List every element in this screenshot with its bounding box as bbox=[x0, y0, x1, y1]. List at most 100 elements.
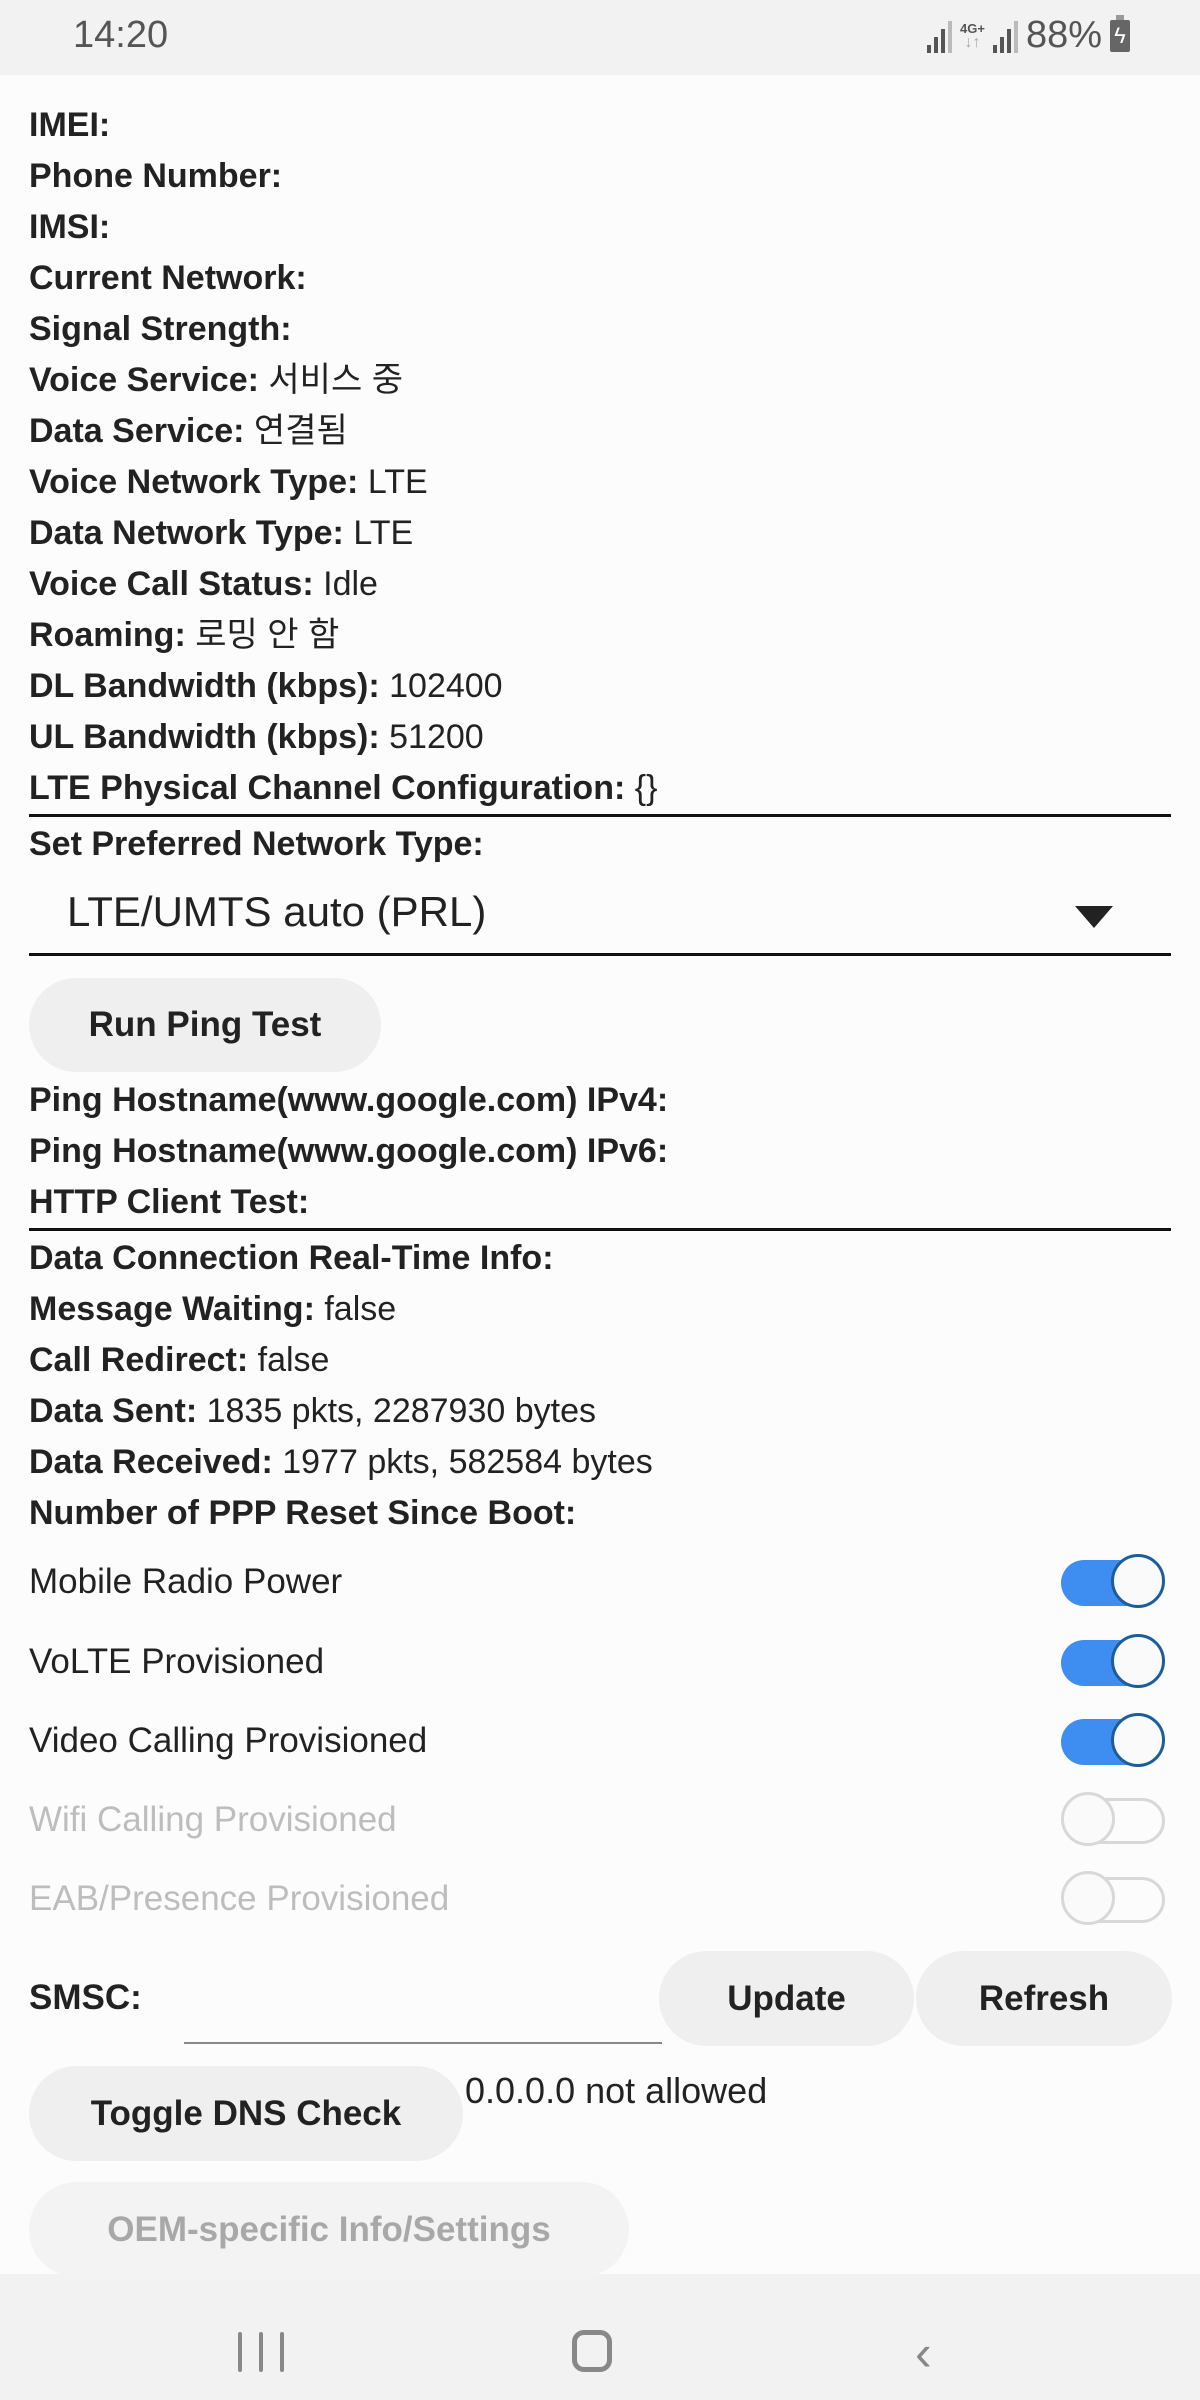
info-row-signal-strength: Signal Strength: bbox=[29, 304, 1171, 355]
call-redirect-row: Call Redirect: false bbox=[29, 1335, 1171, 1386]
info-label: Set Preferred Network Type: bbox=[29, 825, 484, 863]
info-row-imsi: IMSI: bbox=[29, 202, 1171, 253]
info-label: IMEI: bbox=[29, 106, 111, 144]
toggle-row-eab-presence-provisioned: EAB/Presence Provisioned bbox=[29, 1871, 1171, 1931]
info-row-current-network: Current Network: bbox=[29, 253, 1171, 304]
toggle-row-mobile-radio-power: Mobile Radio Power bbox=[29, 1554, 1171, 1614]
ppp-reset-row: Number of PPP Reset Since Boot: bbox=[29, 1488, 1171, 1539]
volte-provisioned-switch[interactable] bbox=[1061, 1634, 1165, 1692]
status-bar: 14:20 4G+ ↓↑ 88% ϟ bbox=[0, 0, 1200, 75]
info-row-dl-bandwidth: DL Bandwidth (kbps): 102400 bbox=[29, 661, 1171, 712]
signal-icon bbox=[992, 19, 1018, 53]
info-value: 51200 bbox=[389, 718, 484, 756]
info-label: Phone Number: bbox=[29, 157, 283, 195]
info-label: Call Redirect: bbox=[29, 1341, 249, 1379]
ping-ipv4-row: Ping Hostname(www.google.com) IPv4: bbox=[29, 1075, 1171, 1126]
switch-knob bbox=[1111, 1554, 1165, 1608]
info-value: false bbox=[257, 1341, 330, 1379]
preferred-network-label: Set Preferred Network Type: bbox=[29, 819, 1171, 870]
toggle-dns-check-button[interactable]: Toggle DNS Check bbox=[29, 2066, 463, 2161]
info-label: LTE Physical Channel Configuration: bbox=[29, 769, 626, 807]
info-value: LTE bbox=[367, 463, 428, 501]
network-4g-icon: 4G+ ↓↑ bbox=[960, 20, 985, 51]
info-value: false bbox=[324, 1290, 397, 1328]
info-label: IMSI: bbox=[29, 208, 111, 246]
toggle-label: EAB/Presence Provisioned bbox=[29, 1879, 450, 1918]
oem-info-settings-button[interactable]: OEM-specific Info/Settings bbox=[29, 2182, 629, 2277]
info-row-data-service: Data Service: 연결됨 bbox=[29, 406, 1171, 457]
status-icons: 4G+ ↓↑ 88% ϟ bbox=[927, 14, 1130, 57]
run-ping-test-button[interactable]: Run Ping Test bbox=[29, 978, 381, 1072]
smsc-update-button[interactable]: Update bbox=[659, 1951, 914, 2046]
toggle-label: Wifi Calling Provisioned bbox=[29, 1800, 397, 1839]
signal-icon bbox=[927, 19, 952, 53]
http-client-test-row: HTTP Client Test: bbox=[29, 1177, 1171, 1228]
info-label: Ping Hostname(www.google.com) IPv6: bbox=[29, 1132, 669, 1170]
info-label: Data Connection Real-Time Info: bbox=[29, 1239, 554, 1277]
divider bbox=[29, 814, 1171, 817]
info-label: Data Received: bbox=[29, 1443, 273, 1481]
switch-knob bbox=[1111, 1713, 1165, 1767]
switch-knob bbox=[1111, 1634, 1165, 1688]
data-received-row: Data Received: 1977 pkts, 582584 bytes bbox=[29, 1437, 1171, 1488]
toggle-row-volte-provisioned: VoLTE Provisioned bbox=[29, 1634, 1171, 1694]
info-label: Number of PPP Reset Since Boot: bbox=[29, 1494, 577, 1532]
home-icon[interactable] bbox=[572, 2330, 612, 2372]
wifi-calling-provisioned-switch[interactable] bbox=[1061, 1792, 1165, 1850]
info-row-lte-phys-channel: LTE Physical Channel Configuration: {} bbox=[29, 763, 1171, 814]
info-row-data-network-type: Data Network Type: LTE bbox=[29, 508, 1171, 559]
info-value: LTE bbox=[353, 514, 414, 552]
data-sent-row: Data Sent: 1835 pkts, 2287930 bytes bbox=[29, 1386, 1171, 1437]
info-value: 서비스 중 bbox=[268, 361, 403, 399]
info-row-voice-call-status: Voice Call Status: Idle bbox=[29, 559, 1171, 610]
info-row-voice-service: Voice Service: 서비스 중 bbox=[29, 355, 1171, 406]
info-label: Message Waiting: bbox=[29, 1290, 315, 1328]
ping-section: Ping Hostname(www.google.com) IPv4: Ping… bbox=[29, 1075, 1171, 1539]
info-row-phone-number: Phone Number: bbox=[29, 151, 1171, 202]
info-label: UL Bandwidth (kbps): bbox=[29, 718, 380, 756]
info-label: Voice Service: bbox=[29, 361, 259, 399]
info-label: HTTP Client Test: bbox=[29, 1183, 310, 1221]
mobile-radio-power-switch[interactable] bbox=[1061, 1554, 1165, 1612]
dns-check-status: 0.0.0.0 not allowed bbox=[465, 2070, 768, 2111]
info-label: Data Sent: bbox=[29, 1392, 198, 1430]
toggle-label: Video Calling Provisioned bbox=[29, 1721, 428, 1760]
info-row-roaming: Roaming: 로밍 안 함 bbox=[29, 610, 1171, 661]
battery-percent: 88% bbox=[1025, 14, 1102, 56]
clock: 14:20 bbox=[73, 14, 169, 56]
preferred-network-dropdown[interactable]: LTE/UMTS auto (PRL) bbox=[29, 878, 1171, 956]
info-value: 로밍 안 함 bbox=[195, 616, 340, 654]
toggle-row-wifi-calling-provisioned: Wifi Calling Provisioned bbox=[29, 1792, 1171, 1852]
smsc-label: SMSC: bbox=[29, 1978, 142, 2017]
switch-knob bbox=[1061, 1792, 1115, 1846]
info-value: {} bbox=[634, 769, 658, 807]
smsc-input[interactable] bbox=[184, 1960, 662, 2044]
switch-knob bbox=[1061, 1871, 1115, 1925]
navigation-bar: ‹ bbox=[0, 2274, 1200, 2400]
back-icon[interactable]: ‹ bbox=[915, 2328, 932, 2378]
ping-ipv6-row: Ping Hostname(www.google.com) IPv6: bbox=[29, 1126, 1171, 1177]
video-calling-provisioned-switch[interactable] bbox=[1061, 1713, 1165, 1771]
message-waiting-row: Message Waiting: false bbox=[29, 1284, 1171, 1335]
radio-info: IMEI: Phone Number: IMSI: Current Networ… bbox=[29, 100, 1171, 870]
info-value: 연결됨 bbox=[253, 412, 348, 450]
eab-presence-provisioned-switch[interactable] bbox=[1061, 1871, 1165, 1929]
divider bbox=[29, 1228, 1171, 1231]
info-label: Ping Hostname(www.google.com) IPv4: bbox=[29, 1081, 669, 1119]
info-value: Idle bbox=[323, 565, 378, 603]
info-value: 1835 pkts, 2287930 bytes bbox=[206, 1392, 596, 1430]
info-label: Current Network: bbox=[29, 259, 307, 297]
info-row-voice-network-type: Voice Network Type: LTE bbox=[29, 457, 1171, 508]
info-label: DL Bandwidth (kbps): bbox=[29, 667, 380, 705]
smsc-refresh-button[interactable]: Refresh bbox=[916, 1951, 1172, 2046]
toggle-row-video-calling-provisioned: Video Calling Provisioned bbox=[29, 1713, 1171, 1773]
info-label: Roaming: bbox=[29, 616, 186, 654]
info-value: 102400 bbox=[389, 667, 503, 705]
info-value: 1977 pkts, 582584 bytes bbox=[282, 1443, 653, 1481]
data-conn-realtime-row: Data Connection Real-Time Info: bbox=[29, 1233, 1171, 1284]
info-label: Data Service: bbox=[29, 412, 245, 450]
info-label: Voice Call Status: bbox=[29, 565, 314, 603]
toggle-label: VoLTE Provisioned bbox=[29, 1642, 325, 1681]
recent-apps-icon[interactable] bbox=[238, 2332, 284, 2372]
preferred-network-selected: LTE/UMTS auto (PRL) bbox=[67, 888, 487, 935]
